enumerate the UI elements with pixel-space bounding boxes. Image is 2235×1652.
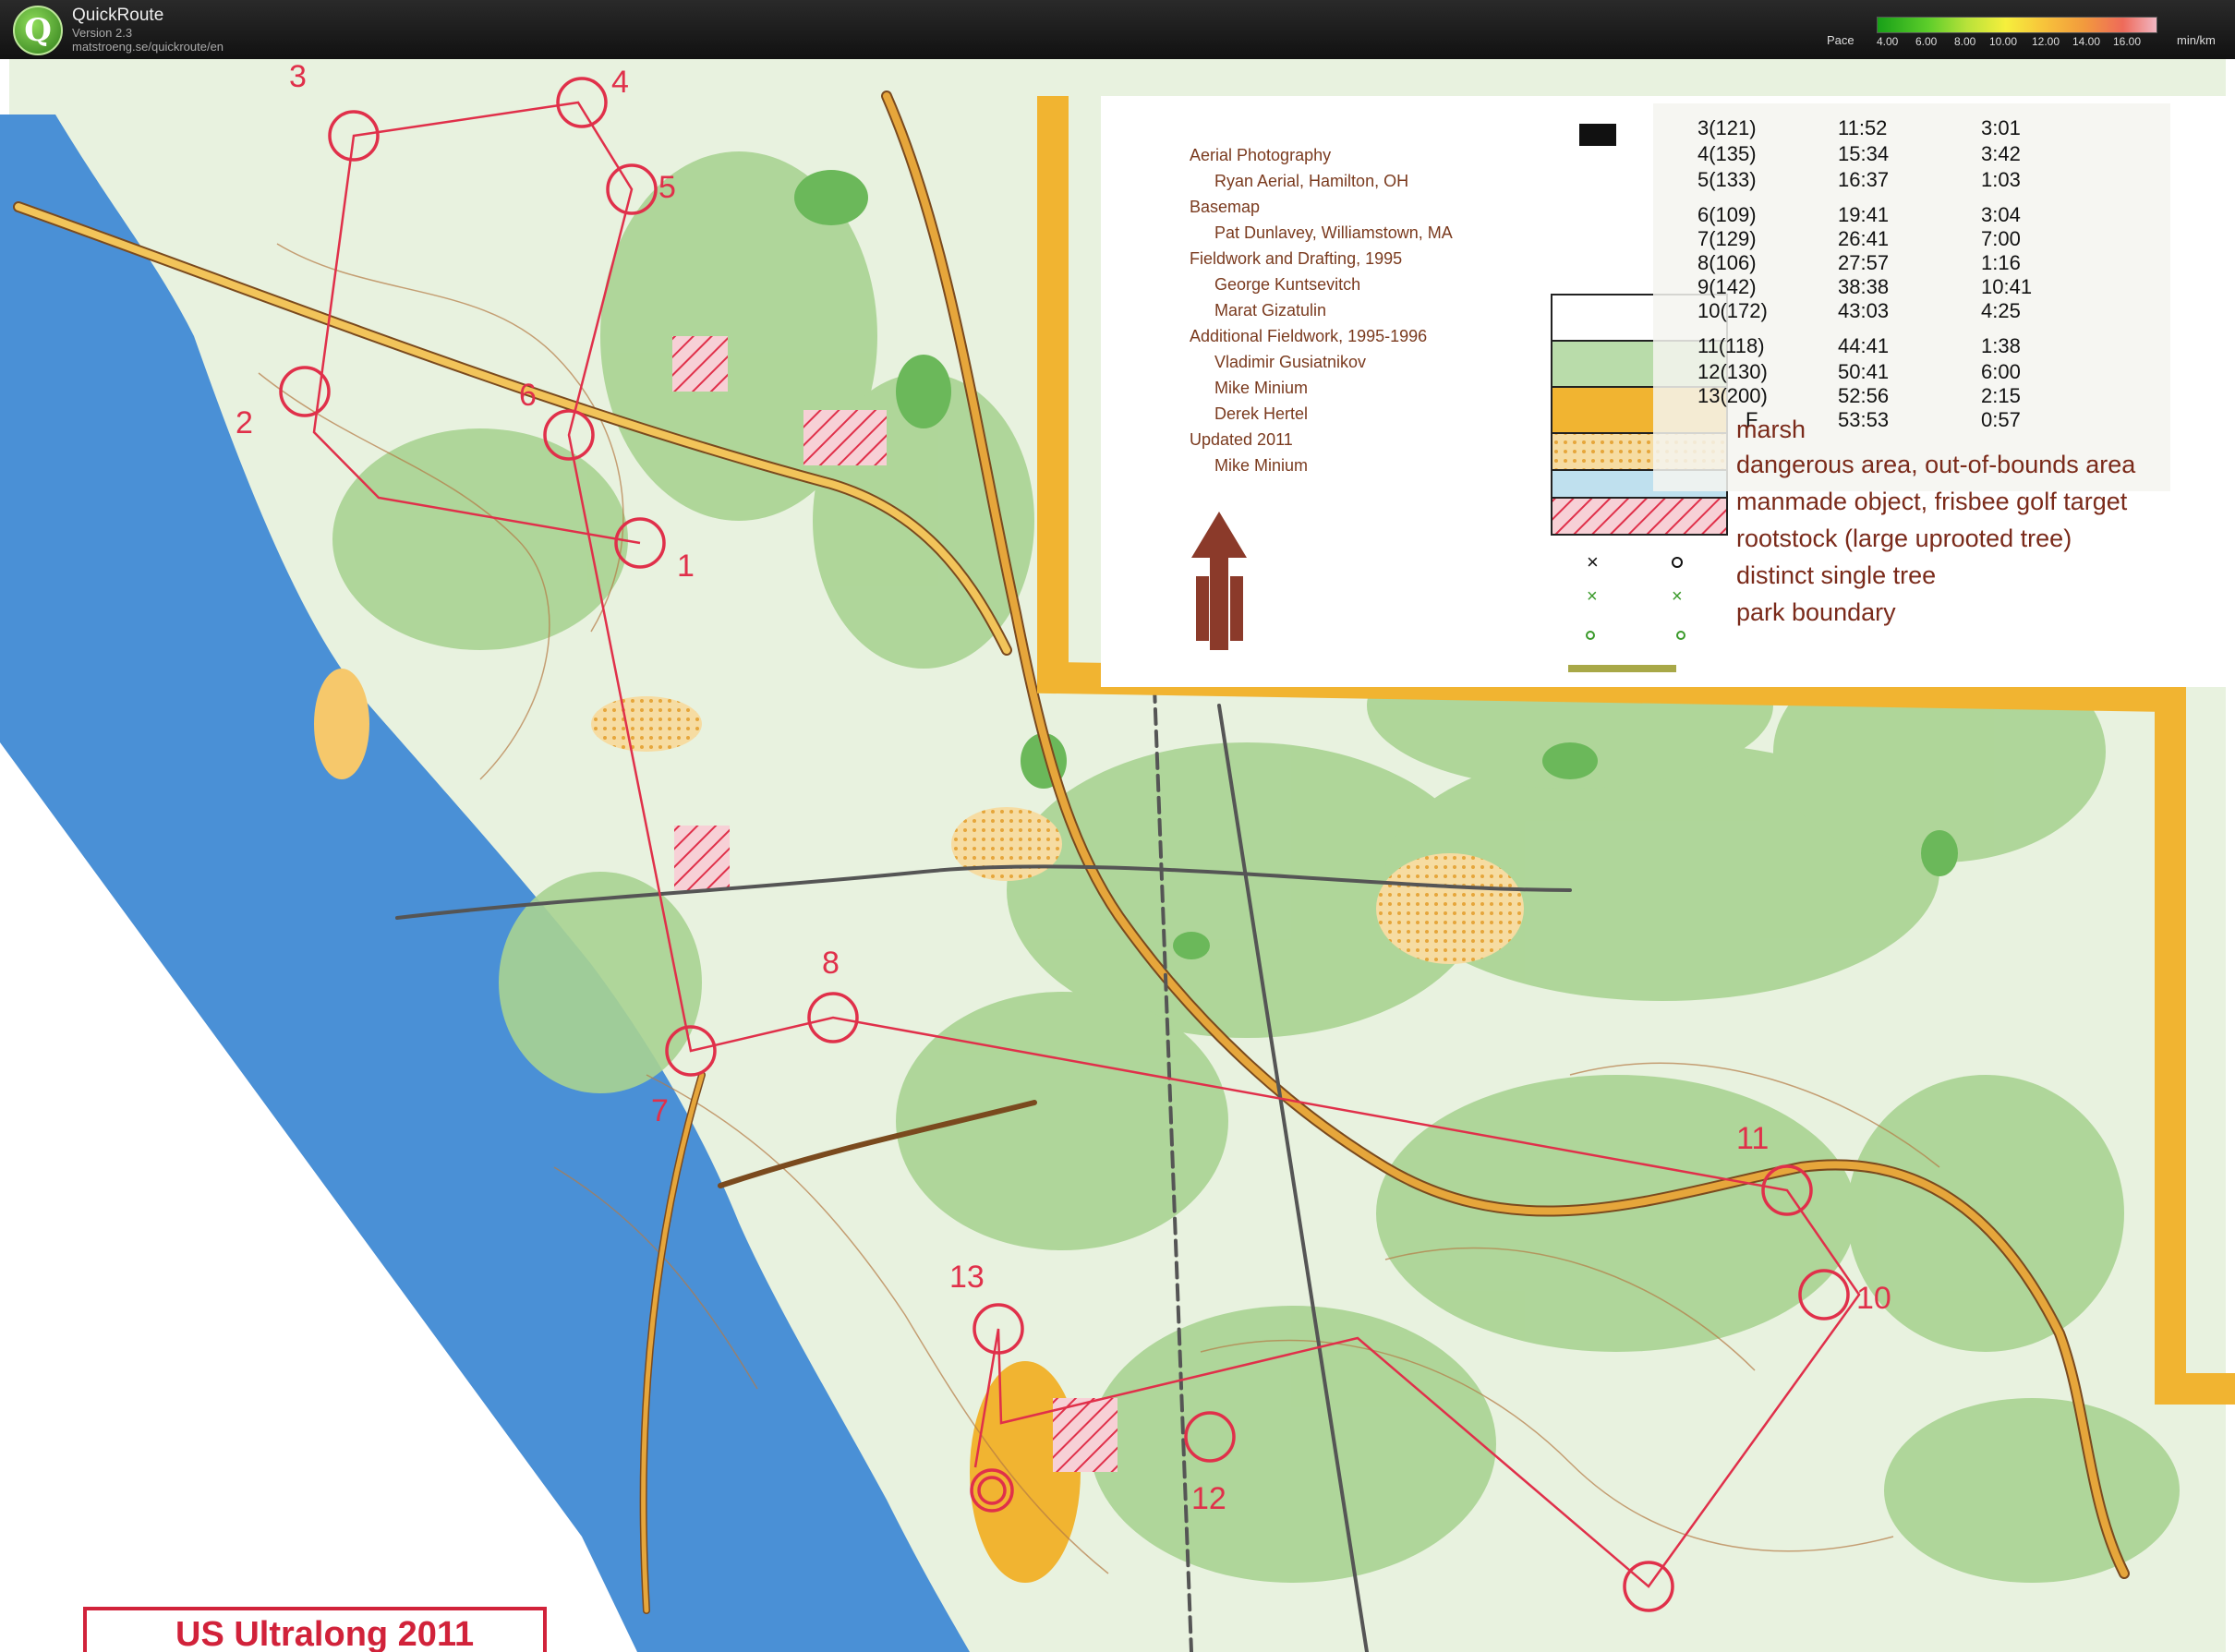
split-control: 12(130) [1697,360,1768,383]
split-time: 53:53 [1838,408,1889,431]
credit-line: Pat Dunlavey, Williamstown, MA [1214,223,1453,242]
credit-line: Marat Gizatulin [1214,301,1326,320]
legend-panel-margin [2170,96,2235,687]
split-time: 26:41 [1838,227,1889,250]
split-leg: 1:03 [1981,168,2021,191]
split-times: 3(121) 11:52 3:01 4(135) 15:34 3:42 5(13… [1697,116,2032,431]
credit-line: Ryan Aerial, Hamilton, OH [1214,172,1408,190]
control-number: 12 [1191,1481,1226,1516]
split-control: 5(133) [1697,168,1757,191]
split-leg: 1:16 [1981,251,2021,274]
map-view[interactable]: Aerial Photography Ryan Aerial, Hamilton… [0,59,2235,1652]
split-leg: 10:41 [1981,275,2032,298]
pace-tick: 14.00 [2072,35,2101,48]
split-time: 19:41 [1838,203,1889,226]
legend-item: rootstock (large uprooted tree) [1736,525,2072,552]
split-time: 16:37 [1838,168,1889,191]
map-title: US Ultralong 2011 [175,1615,474,1652]
control-number: 7 [651,1093,669,1128]
control-number: 8 [822,946,840,981]
control-number: 5 [658,170,676,205]
out-of-bounds-area [803,410,887,465]
legend-item: marsh [1736,416,1806,443]
split-control: 3(121) [1697,116,1757,139]
out-of-bounds-area [672,336,728,392]
svg-text:×: × [1587,586,1598,607]
pace-unit: min/km [2177,33,2216,47]
credit-line: Additional Fieldwork, 1995-1996 [1190,327,1427,345]
pace-tick: 6.00 [1915,35,1938,48]
credit-line: Mike Minium [1214,379,1308,397]
legend-item: manmade object, frisbee golf target [1736,488,2128,515]
legend-item: park boundary [1736,598,1896,626]
app-titlebar: Q QuickRoute Version 2.3 matstroeng.se/q… [0,0,2235,59]
legend-item: distinct single tree [1736,561,1936,589]
control-number: 1 [677,549,695,584]
app-url[interactable]: matstroeng.se/quickroute/en [72,40,224,54]
split-control: 10(172) [1697,299,1768,322]
split-leg: 4:25 [1981,299,2021,322]
split-time: 15:34 [1838,142,1889,165]
split-leg: 7:00 [1981,227,2021,250]
credit-line: Updated 2011 [1190,430,1293,449]
split-time: 44:41 [1838,334,1889,357]
pace-scale-label: Pace [1827,33,1854,47]
svg-text:×: × [1672,586,1683,607]
split-time: 50:41 [1838,360,1889,383]
split-leg: 3:01 [1981,116,2021,139]
credit-line: Basemap [1190,198,1260,216]
out-of-bounds-area [674,826,730,890]
app-name: QuickRoute [72,6,164,25]
pace-tick: 10.00 [1989,35,2018,48]
control-number: 3 [289,59,307,94]
control-number: 13 [949,1260,985,1295]
credit-line: Aerial Photography [1190,146,1331,164]
control-number: 4 [611,65,629,100]
split-time: 43:03 [1838,299,1889,322]
control-number: 2 [236,405,253,440]
pace-tick: 8.00 [1954,35,1976,48]
split-control: 7(129) [1697,227,1757,250]
credit-line: George Kuntsevitch [1214,275,1360,294]
split-control: 4(135) [1697,142,1757,165]
credit-line: Fieldwork and Drafting, 1995 [1190,249,1402,268]
pace-scale-ticks: 4.00 6.00 8.00 10.00 12.00 14.00 16.00 [1877,33,2156,48]
split-time: 52:56 [1838,384,1889,407]
legend-item: dangerous area, out-of-bounds area [1736,451,2136,478]
split-leg: 6:00 [1981,360,2021,383]
split-control: 8(106) [1697,251,1757,274]
pace-tick: 16.00 [2113,35,2142,48]
pace-tick: 4.00 [1877,35,1899,48]
svg-text:×: × [1587,550,1599,573]
credit-line: Derek Hertel [1214,404,1308,423]
credit-line: Mike Minium [1214,456,1308,475]
quickroute-logo-icon: Q [13,6,63,55]
split-control: 11(118) [1697,334,1765,357]
credit-line: Vladimir Gusiatnikov [1214,353,1366,371]
split-leg: 3:42 [1981,142,2021,165]
split-leg: 1:38 [1981,334,2021,357]
split-leg: 2:15 [1981,384,2021,407]
control-number: 11 [1736,1121,1769,1156]
split-control: 6(109) [1697,203,1757,226]
pace-color-scale [1877,17,2157,33]
app-version: Version 2.3 [72,26,133,40]
split-control: 9(142) [1697,275,1757,298]
control-number: 6 [519,378,537,413]
split-leg: 0:57 [1981,408,2021,431]
control-number: 10 [1856,1281,1891,1316]
split-time: 38:38 [1838,275,1889,298]
pace-tick: 12.00 [2032,35,2060,48]
split-leg: 3:04 [1981,203,2021,226]
split-control: 13(200) [1697,384,1768,407]
split-time: 11:52 [1838,116,1887,139]
split-time: 27:57 [1838,251,1889,274]
orienteering-map[interactable]: Aerial Photography Ryan Aerial, Hamilton… [0,59,2235,1652]
